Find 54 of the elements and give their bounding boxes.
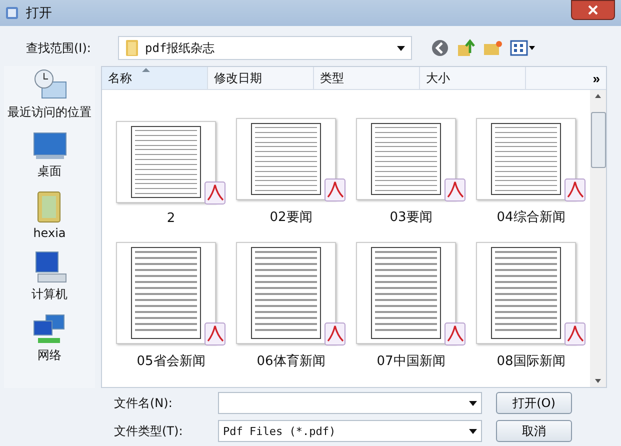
folder-icon	[125, 39, 139, 57]
network-icon	[32, 313, 68, 345]
filetype-dropdown[interactable]: Pdf Files (*.pdf)	[218, 420, 482, 442]
window-title: 打开	[26, 5, 53, 22]
vertical-scrollbar[interactable]	[590, 90, 606, 387]
pdf-icon	[564, 322, 586, 346]
location-dropdown[interactable]: pdf报纸杂志	[118, 36, 412, 60]
dropdown-arrow-icon	[469, 428, 477, 434]
user-folder-icon	[36, 190, 62, 224]
dropdown-arrow-icon	[397, 46, 405, 50]
scroll-up-icon	[595, 94, 601, 98]
pdf-icon	[564, 178, 586, 202]
desktop-icon	[32, 131, 68, 161]
location-label: 查找范围(I):	[26, 40, 92, 56]
close-button[interactable]	[571, 0, 615, 20]
file-item[interactable]: 02要闻	[232, 90, 350, 230]
file-item[interactable]: 07中国新闻	[352, 242, 470, 374]
up-folder-icon[interactable]	[456, 38, 476, 58]
pdf-icon	[444, 178, 466, 202]
pdf-icon	[324, 322, 346, 346]
pdf-icon	[204, 322, 226, 346]
file-item[interactable]: 08国际新闻	[472, 242, 590, 374]
file-item[interactable]: 06体育新闻	[232, 242, 350, 374]
filename-label: 文件名(N):	[114, 394, 174, 412]
scrollbar-thumb[interactable]	[590, 112, 606, 168]
column-header[interactable]: 名称	[102, 67, 208, 89]
column-header[interactable]: 类型	[314, 67, 420, 89]
cancel-button[interactable]: 取消	[496, 420, 572, 442]
pdf-icon	[324, 178, 346, 202]
app-icon	[4, 5, 20, 21]
filename-field[interactable]	[218, 392, 482, 414]
file-item[interactable]: 05省会新闻	[112, 242, 230, 374]
new-folder-icon[interactable]	[482, 38, 504, 58]
more-columns-button[interactable]: »	[526, 67, 606, 89]
place-item[interactable]: 桌面	[32, 131, 68, 180]
dropdown-arrow-icon	[469, 400, 477, 406]
place-item[interactable]: 网络	[32, 313, 68, 364]
place-item[interactable]: hexia	[33, 190, 66, 240]
open-button[interactable]: 打开(O)	[496, 392, 572, 414]
file-item[interactable]: 2	[112, 90, 230, 230]
back-icon[interactable]	[430, 38, 450, 58]
sort-caret-icon	[142, 68, 150, 72]
file-item[interactable]: 03要闻	[352, 90, 470, 230]
pdf-icon	[444, 322, 466, 346]
close-icon	[587, 5, 599, 15]
file-item[interactable]: 04综合新闻	[472, 90, 590, 230]
view-menu-icon[interactable]	[510, 38, 536, 58]
place-item[interactable]: 最近访问的位置	[8, 68, 92, 121]
filetype-label: 文件类型(T):	[114, 422, 184, 440]
column-header[interactable]: 大小	[420, 67, 526, 89]
column-header[interactable]: 修改日期	[208, 67, 314, 89]
scroll-down-icon	[595, 379, 601, 383]
pdf-icon	[204, 181, 226, 205]
place-item[interactable]: 计算机	[32, 250, 68, 303]
